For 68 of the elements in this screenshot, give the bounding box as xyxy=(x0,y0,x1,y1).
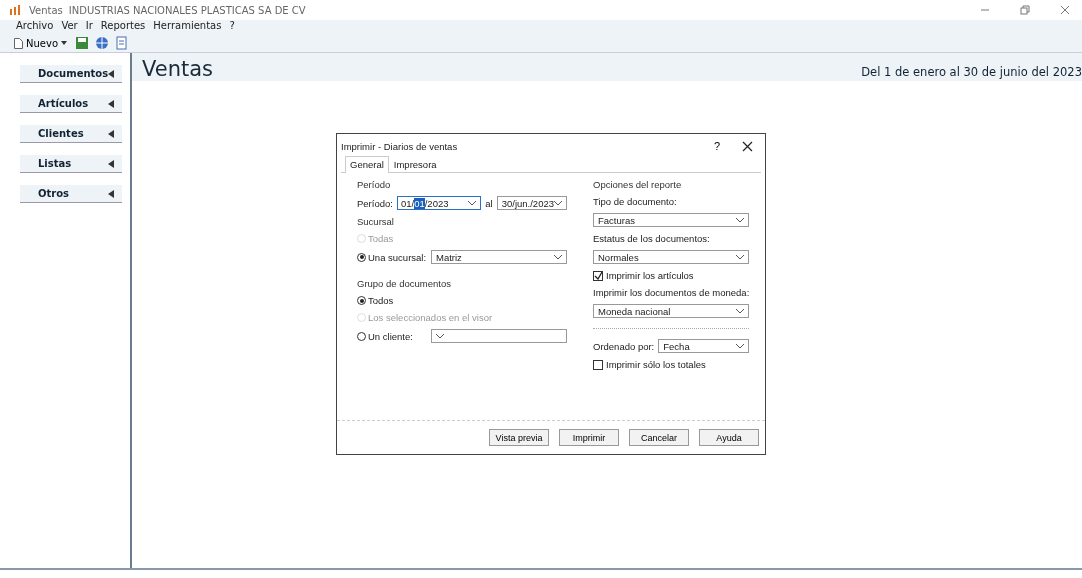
page-heading: Ventas xyxy=(142,57,213,81)
help-button[interactable]: ? xyxy=(713,140,720,152)
globe-icon[interactable] xyxy=(95,36,109,50)
menu-item[interactable]: Ver xyxy=(61,20,78,34)
app-logo-icon xyxy=(10,5,21,15)
radio-option[interactable]: Una sucursal: xyxy=(357,251,427,263)
check-icon xyxy=(594,271,602,280)
chevron-icon xyxy=(736,217,745,223)
date-range: Del 1 de enero al 30 de junio del 2023 xyxy=(861,65,1082,79)
dropdown[interactable]: Fecha xyxy=(658,339,750,353)
sidebar-item[interactable]: Otros xyxy=(20,185,122,203)
field-label: Ordenado por: xyxy=(593,340,655,352)
caret-icon xyxy=(108,129,114,138)
document-icon xyxy=(14,37,23,49)
dialog-button[interactable]: Vista previa xyxy=(489,429,549,446)
caret-icon xyxy=(61,41,67,45)
close-icon[interactable] xyxy=(742,140,753,152)
field-label: Estatus de los documentos: xyxy=(593,233,711,244)
document-icon[interactable] xyxy=(115,36,129,50)
caret-icon xyxy=(108,99,114,108)
menu-item[interactable]: Ir xyxy=(85,20,93,34)
branch-dropdown[interactable]: Matriz xyxy=(431,250,567,264)
section-label: Período xyxy=(357,179,392,190)
field-label: Tipo de documento: xyxy=(593,196,678,207)
sidebar-item[interactable]: Artículos xyxy=(20,95,122,113)
menu-item[interactable]: ? xyxy=(229,20,235,34)
chevron-icon xyxy=(736,254,745,260)
chevron-icon xyxy=(554,200,562,206)
date-to-field[interactable]: 30/jun./2023 xyxy=(496,196,567,210)
tab[interactable]: Impresora xyxy=(388,156,442,172)
dropdown[interactable]: Normales xyxy=(593,250,750,264)
chevron-icon xyxy=(736,308,745,314)
menu-item[interactable]: Archivo xyxy=(16,20,54,34)
menu-item[interactable]: Reportes xyxy=(100,20,146,34)
checkbox[interactable]: Imprimir los artículos xyxy=(593,270,750,281)
window-title: Ventas xyxy=(29,4,63,16)
chevron-icon xyxy=(736,343,745,349)
dialog-title: Imprimir - Diarios de ventas xyxy=(341,140,458,152)
new-button[interactable]: Nuevo xyxy=(12,37,69,49)
dialog-button[interactable]: Ayuda xyxy=(699,429,759,446)
radio-option[interactable]: Un cliente: xyxy=(357,330,413,342)
sidebar-item[interactable]: Documentos xyxy=(20,65,122,83)
range-separator: al xyxy=(485,197,493,209)
section-label: Grupo de documentos xyxy=(357,278,452,289)
caret-icon xyxy=(108,159,114,168)
restore-icon[interactable] xyxy=(1020,5,1030,15)
chevron-icon xyxy=(436,333,444,339)
client-dropdown[interactable] xyxy=(431,329,567,343)
dialog-button[interactable]: Cancelar xyxy=(629,429,689,446)
caret-icon xyxy=(108,189,114,198)
caret-icon xyxy=(108,69,114,78)
section-label: Opciones del reporte xyxy=(593,179,683,190)
sidebar-item[interactable]: Listas xyxy=(20,155,122,173)
tab[interactable]: General xyxy=(345,156,389,173)
dialog-button[interactable]: Imprimir xyxy=(559,429,619,446)
chevron-icon xyxy=(554,254,562,260)
company-name: INDUSTRIAS NACIONALES PLASTICAS SA DE CV xyxy=(68,4,306,16)
sidebar-item[interactable]: Clientes xyxy=(20,125,122,143)
chevron-icon xyxy=(468,200,477,206)
dropdown[interactable]: Facturas xyxy=(593,213,750,227)
dropdown[interactable]: Moneda nacional xyxy=(593,304,750,318)
period-label: Período: xyxy=(357,197,393,209)
checkbox[interactable]: Imprimir sólo los totales xyxy=(593,359,750,370)
save-icon[interactable] xyxy=(75,36,89,50)
section-label: Sucursal xyxy=(357,216,395,227)
field-label: Imprimir los documentos de moneda: xyxy=(593,287,750,298)
menu-item[interactable]: Herramientas xyxy=(153,20,222,34)
radio-option[interactable]: Todos xyxy=(357,295,394,306)
